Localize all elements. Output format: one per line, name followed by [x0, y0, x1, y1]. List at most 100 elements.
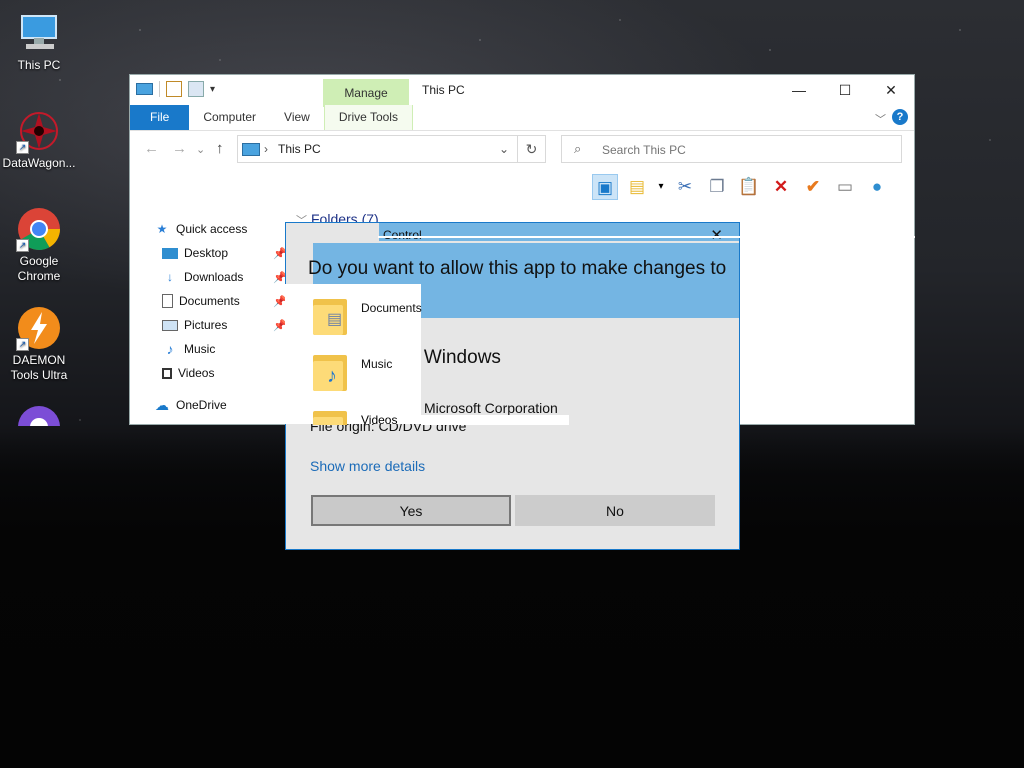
sidebar-item-label: Music	[184, 342, 216, 356]
properties-icon[interactable]	[166, 81, 182, 97]
forward-arrow-icon[interactable]: →	[172, 140, 187, 157]
up-arrow-icon[interactable]: ↑	[216, 140, 224, 157]
sidebar-item-quick-access[interactable]: ★ Quick access	[154, 218, 248, 240]
globe-icon[interactable]: ●	[864, 174, 890, 200]
desktop-icon-this-pc[interactable]: This PC	[1, 10, 77, 73]
film-icon	[162, 367, 172, 379]
sidebar-item-label: Documents	[179, 294, 240, 308]
address-bar[interactable]: › This PC ⌄	[237, 135, 518, 163]
back-arrow-icon[interactable]: ←	[144, 140, 159, 157]
search-input[interactable]	[600, 140, 894, 160]
daemon-tools-icon: ↗	[16, 305, 62, 351]
sidebar-item-label: Downloads	[184, 270, 244, 284]
ribbon-tabs: File Computer View Drive Tools	[130, 105, 914, 131]
refresh-button[interactable]: ↻	[518, 135, 546, 163]
music-folder-icon: ♪	[313, 351, 349, 391]
sidebar-item-label: Quick access	[176, 222, 248, 236]
app-icon	[16, 404, 62, 426]
preview-pane-icon[interactable]: ▣	[592, 174, 618, 200]
window-controls: — ☐ ✕	[776, 75, 914, 105]
tab-file[interactable]: File	[130, 105, 190, 130]
window-title: This PC	[422, 83, 465, 97]
desktop-icon-partial[interactable]	[1, 404, 77, 426]
breadcrumb-separator-icon: ›	[264, 142, 268, 156]
desktop-icon-daemon-tools[interactable]: ↗ DAEMON Tools Ultra	[1, 305, 77, 383]
sidebar-item-label: OneDrive	[176, 398, 227, 412]
tab-computer[interactable]: Computer	[189, 105, 270, 130]
desktop-icon	[162, 247, 178, 259]
this-pc-small-icon	[242, 143, 260, 156]
shortcut-arrow-icon: ↗	[16, 141, 29, 154]
new-folder-icon[interactable]: ▤	[624, 174, 650, 200]
folder-label: Videos	[361, 413, 398, 425]
redraw-artifact-line	[378, 236, 915, 243]
pictures-icon	[162, 319, 178, 331]
navigation-bar: ← → ⌄ ↑ › This PC ⌄ ↻ ⌕	[130, 133, 914, 167]
redraw-artifact	[421, 415, 569, 425]
this-pc-small-icon	[136, 83, 153, 95]
expand-ribbon-icon[interactable]: ﹀	[875, 111, 886, 127]
desktop-icon-chrome[interactable]: ↗ Google Chrome	[1, 206, 77, 284]
navigation-pane: ★ Quick access Desktop 📌 ↓ Downloads 📌 D…	[130, 215, 295, 424]
paste-icon[interactable]: 📋	[736, 174, 762, 200]
sidebar-item-label: Pictures	[184, 318, 228, 332]
sidebar-item-pictures[interactable]: Pictures	[162, 314, 227, 336]
sidebar-item-downloads[interactable]: ↓ Downloads	[162, 266, 243, 288]
tab-view[interactable]: View	[270, 105, 324, 130]
show-more-details-link[interactable]: Show more details	[310, 458, 425, 474]
address-text: This PC	[278, 142, 321, 156]
new-folder-icon[interactable]	[188, 81, 204, 97]
star-icon: ★	[156, 222, 168, 236]
help-icon[interactable]: ?	[892, 109, 908, 125]
folder-tile-music-overlay[interactable]: ♪ Music	[313, 347, 423, 397]
chrome-icon: ↗	[16, 206, 62, 252]
documents-folder-icon: ▤	[313, 295, 349, 335]
this-pc-icon	[16, 10, 62, 56]
datawagon-icon: ↗	[16, 108, 62, 154]
delete-icon[interactable]: ✕	[768, 174, 794, 200]
extra-toolbar: ▣ ▤ ▾ ✂ ❐ 📋 ✕ ✔ ▭ ●	[592, 173, 890, 201]
sidebar-item-onedrive[interactable]: ☁ OneDrive	[154, 394, 227, 416]
search-box[interactable]: ⌕	[561, 135, 902, 163]
maximize-icon[interactable]: ☐	[822, 75, 868, 105]
document-icon	[162, 294, 173, 308]
folder-label: Documents	[361, 301, 422, 315]
copy-icon[interactable]: ❐	[704, 174, 730, 200]
uac-publisher: Microsoft Corporation	[424, 400, 558, 416]
sidebar-item-music[interactable]: ♪ Music	[162, 338, 216, 360]
minimize-icon[interactable]: —	[776, 75, 822, 105]
desktop-icon-label: DAEMON Tools Ultra	[10, 353, 68, 382]
cloud-icon: ☁	[155, 397, 169, 413]
folder-tile-documents-overlay[interactable]: ▤ Documents	[313, 291, 423, 341]
checkmark-icon[interactable]: ✔	[800, 174, 826, 200]
quick-access-toolbar: ▾	[136, 81, 215, 97]
folder-tile-videos-overlay[interactable]: Videos	[313, 403, 423, 425]
desktop-icon-label: DataWagon...	[2, 156, 76, 170]
desktop-icon-label: This PC	[17, 58, 61, 72]
close-icon[interactable]: ✕	[868, 75, 914, 105]
title-bar: ▾ Manage This PC — ☐ ✕	[130, 75, 914, 107]
sidebar-item-documents[interactable]: Documents	[162, 290, 240, 312]
sidebar-item-desktop[interactable]: Desktop	[162, 242, 228, 264]
yes-button[interactable]: Yes	[311, 495, 511, 526]
separator	[159, 81, 160, 97]
shortcut-arrow-icon: ↗	[16, 239, 29, 252]
cut-icon[interactable]: ✂	[672, 174, 698, 200]
chevron-down-icon[interactable]: ▾	[656, 174, 666, 200]
videos-folder-icon	[313, 407, 349, 425]
tab-manage[interactable]: Manage	[323, 79, 409, 107]
desktop-icon-datawagon[interactable]: ↗ DataWagon...	[1, 108, 77, 171]
sidebar-item-label: Desktop	[184, 246, 229, 260]
folder-label: Music	[361, 357, 393, 371]
recent-locations-icon[interactable]: ⌄	[196, 143, 205, 156]
chevron-down-icon[interactable]: ⌄	[499, 142, 509, 156]
sidebar-item-videos[interactable]: Videos	[162, 362, 214, 384]
sidebar-item-label: Videos	[178, 366, 215, 380]
music-note-icon: ♪	[166, 341, 174, 357]
customize-toolbar-icon[interactable]: ▾	[210, 84, 215, 95]
download-arrow-icon: ↓	[167, 270, 173, 284]
no-button[interactable]: No	[515, 495, 715, 526]
rename-icon[interactable]: ▭	[832, 174, 858, 200]
tab-drive-tools[interactable]: Drive Tools	[323, 105, 413, 130]
desktop-icon-label: Google Chrome	[17, 254, 61, 283]
